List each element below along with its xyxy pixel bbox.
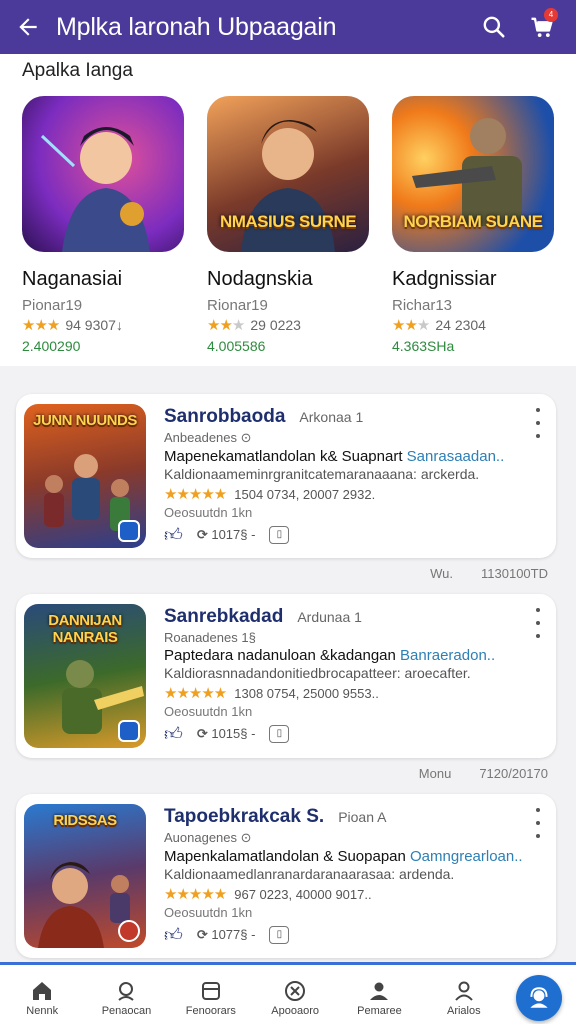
- star-rating-icon: ★★★★★: [164, 486, 227, 503]
- nav-item-pemaree[interactable]: Pemaree: [337, 965, 421, 1024]
- app-name: Sanrobbaoda: [164, 406, 286, 427]
- nav-item-penaocan[interactable]: Penaocan: [84, 965, 168, 1024]
- thumbs-up-icon[interactable]: 👍︎: [164, 723, 183, 745]
- app-size: Oeosuutdn 1kn: [164, 905, 253, 920]
- more-options-button[interactable]: [532, 408, 544, 438]
- nav-item-fenoorars[interactable]: Fenoorars: [169, 965, 253, 1024]
- likes-count: ⟳ 1015§ -: [196, 726, 256, 741]
- app-list-item[interactable]: JUNN NUUNDS Sanrobbaoda Arkonaa 1 Anbeade…: [16, 394, 556, 558]
- app-thumbnail: RIDSSAS: [24, 804, 146, 948]
- nav-item-home[interactable]: Nennk: [0, 965, 84, 1024]
- nav-item-arialos[interactable]: Arialos: [422, 965, 506, 1024]
- likes-count: ⟳ 1077§ -: [196, 927, 256, 942]
- info-chip-icon[interactable]: ▯: [269, 725, 290, 743]
- rating-row: ★★★★★ 1308 0754, 25000 9553..: [164, 685, 379, 702]
- account-icon: [455, 981, 473, 1001]
- app-tag: Pioan A: [338, 809, 387, 825]
- install-count: 4.005586: [207, 338, 266, 354]
- developer-name: Rionar19: [207, 297, 268, 314]
- hero-illustration: [40, 127, 150, 252]
- app-list-item[interactable]: DANNIJAN NANRAIS Sanrebkadad Ardunaa 1 Ro…: [16, 594, 556, 758]
- more-options-button[interactable]: [532, 608, 544, 638]
- close-circle-icon: [285, 981, 306, 1001]
- rating-row: ★★★ 29 0223: [207, 317, 301, 334]
- featured-app-card[interactable]: Naganasiai Pionar19 ★★★ 94 9307↓ 2.40029…: [22, 96, 184, 354]
- cart-button[interactable]: 4: [518, 0, 566, 54]
- app-artwork: [22, 96, 184, 252]
- app-tag: Arkonaa 1: [299, 409, 364, 425]
- app-bar-title: Mplka laronah Ubpaagain: [56, 12, 337, 41]
- developer-name: Richar13: [392, 297, 453, 314]
- badge-icon: [118, 720, 140, 742]
- card-icon: [201, 982, 220, 1000]
- app-description-secondary: Kaldionaamedlanranardaranaarasaa: ardend…: [164, 866, 455, 882]
- star-rating-icon: ★★★: [392, 317, 430, 334]
- meta-row: Wu. 1130100TD: [430, 566, 548, 581]
- featured-app-card[interactable]: NMASIUS SURNE Nodagnskia Rionar19 ★★★ 29…: [207, 96, 369, 354]
- badge-icon: [118, 920, 140, 942]
- floating-action-button[interactable]: [516, 975, 562, 1021]
- more-options-button[interactable]: [532, 808, 544, 838]
- meta-row: Monu 7120/20170: [418, 766, 548, 781]
- bottom-navigation: Nennk Penaocan Fenoorars Apooaoro Pemare…: [0, 962, 576, 1024]
- app-description: Mapenekamatlandolan k& Suapnart Sanrasaa…: [164, 448, 505, 465]
- cart-badge: 4: [544, 8, 558, 22]
- app-list-item[interactable]: RIDSSAS Tapoebkrakcak S. Pioan A Auonagen…: [16, 794, 556, 958]
- featured-section: Apalka Ianga Naganasiai Pionar19 ★★★ 94 …: [0, 54, 576, 366]
- app-description-secondary: Kaldionaameminrgranitcatemaranaaana: arc…: [164, 466, 480, 482]
- developer-name: Pionar19: [22, 297, 83, 314]
- app-description-secondary: Kaldiorasnnadandonitiedbrocapatteer: aro…: [164, 665, 471, 681]
- section-title: Apalka Ianga: [22, 60, 133, 81]
- app-name: Tapoebkrakcak S.: [164, 806, 325, 827]
- rating-row: ★★★★★ 967 0223, 40000 9017..: [164, 886, 372, 903]
- app-thumbnail: JUNN NUUNDS: [24, 404, 146, 548]
- star-rating-icon: ★★★★★: [164, 886, 227, 903]
- search-button[interactable]: [470, 0, 518, 54]
- app-size: Oeosuutdn 1kn: [164, 704, 253, 719]
- refresh-icon: ⟳: [196, 527, 208, 542]
- support-agent-icon: [530, 987, 548, 1008]
- arrow-left-icon: [19, 18, 37, 36]
- home-icon: [33, 982, 52, 1000]
- refresh-icon: ⟳: [196, 726, 208, 741]
- search-icon: [483, 16, 505, 38]
- app-tag: Ardunaa 1: [297, 609, 362, 625]
- rating-row: ★★★ 24 2304: [392, 317, 486, 334]
- app-subtitle: Auonagenes ⊙: [164, 830, 252, 845]
- rating-row: ★★★★★ 1504 0734, 20007 2932.: [164, 486, 376, 503]
- badge-icon: [118, 520, 140, 542]
- app-name: Sanrebkadad: [164, 606, 284, 627]
- app-description: Paptedara nadanuloan &kadangan Banraerad…: [164, 647, 496, 664]
- app-artwork: NORBIAM SUANE: [392, 96, 554, 252]
- star-rating-icon: ★★★★★: [164, 685, 227, 702]
- app-subtitle: Roanadenes 1§: [164, 630, 256, 645]
- star-rating-icon: ★★★: [22, 317, 60, 334]
- featured-app-card[interactable]: NORBIAM SUANE Kadgnissiar Richar13 ★★★ 2…: [392, 96, 554, 354]
- app-name: Naganasiai: [22, 268, 123, 290]
- top-app-bar: Mplka laronah Ubpaagain 4: [0, 0, 576, 54]
- thumbs-up-icon[interactable]: 👍︎: [164, 924, 183, 946]
- star-rating-icon: ★★★: [207, 317, 245, 334]
- thumbs-up-icon[interactable]: 👍︎: [164, 524, 183, 546]
- person-chat-icon: [118, 982, 135, 1001]
- app-subtitle: Anbeadenes ⊙: [164, 430, 252, 445]
- app-description: Mapenkalamatlandolan & Suopapan Oamngrea…: [164, 848, 523, 865]
- app-name: Nodagnskia: [207, 268, 313, 290]
- back-button[interactable]: [0, 0, 56, 54]
- likes-count: ⟳ 1017§ -: [196, 527, 256, 542]
- rating-row: ★★★ 94 9307↓: [22, 317, 123, 334]
- app-thumbnail: DANNIJAN NANRAIS: [24, 604, 146, 748]
- app-name: Kadgnissiar: [392, 268, 497, 290]
- install-count: 4.363SHa: [392, 338, 455, 354]
- app-size: Oeosuutdn 1kn: [164, 505, 253, 520]
- refresh-icon: ⟳: [196, 927, 208, 942]
- install-count: 2.400290: [22, 338, 81, 354]
- info-chip-icon[interactable]: ▯: [269, 526, 290, 544]
- profile-icon: [370, 982, 389, 1000]
- app-artwork: NMASIUS SURNE: [207, 96, 369, 252]
- info-chip-icon[interactable]: ▯: [269, 926, 290, 944]
- nav-item-apooaoro[interactable]: Apooaoro: [253, 965, 337, 1024]
